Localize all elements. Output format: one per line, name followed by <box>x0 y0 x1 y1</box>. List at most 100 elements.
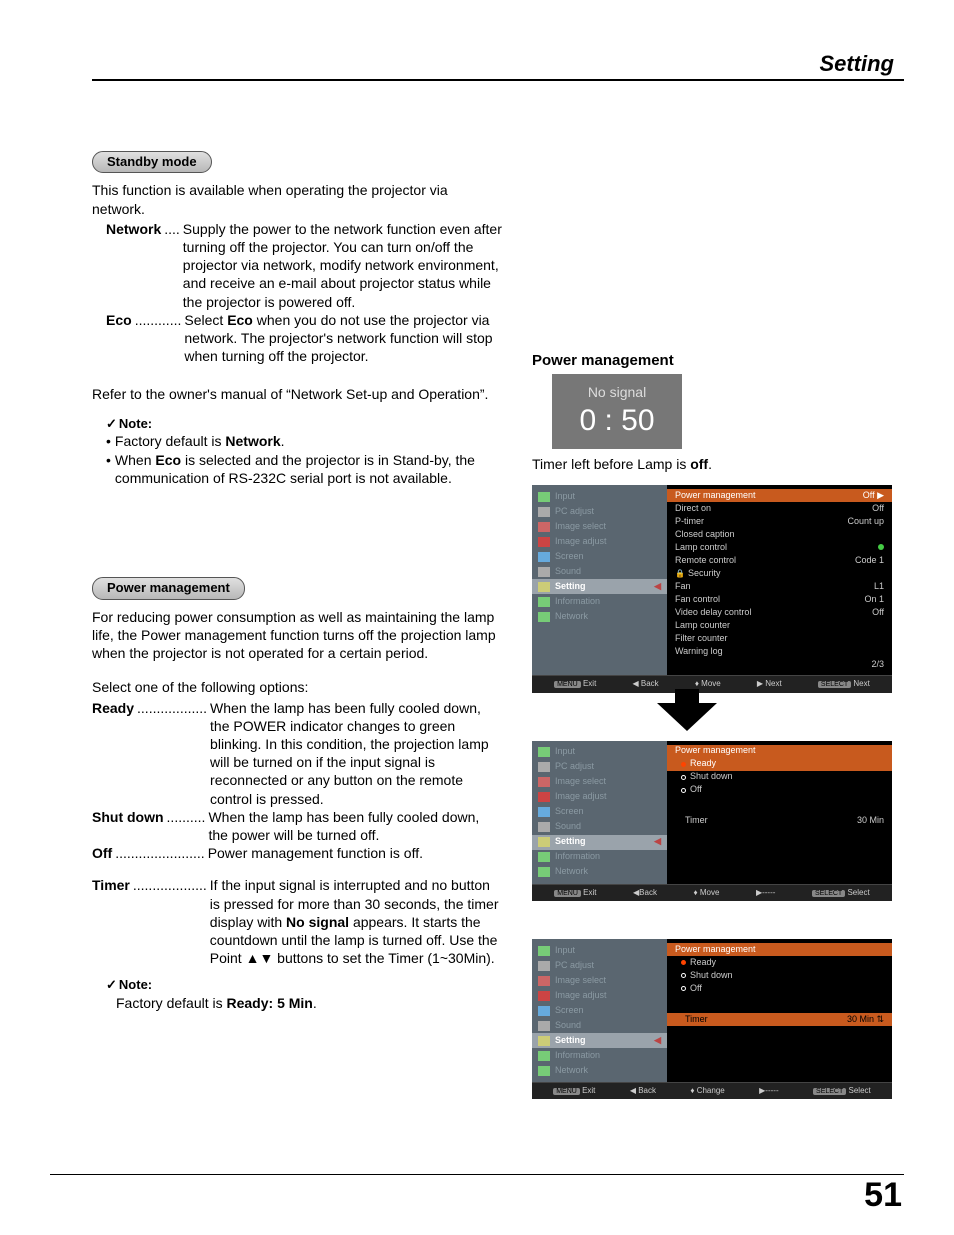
setting-value: Code 1 <box>855 555 884 567</box>
option-label: Ready <box>690 758 716 770</box>
lock-icon: 🔒 <box>675 569 685 578</box>
menu-label: PC adjust <box>555 761 594 773</box>
def-body: When the lamp has been fully cooled down… <box>208 808 502 844</box>
page-header: Setting <box>92 50 904 81</box>
change-label: ♦ Change <box>690 1086 724 1096</box>
menu-icon <box>538 492 550 502</box>
text: . <box>281 433 285 449</box>
header-label: Power management <box>675 745 756 757</box>
def-dots: .......... <box>164 808 209 844</box>
option-label: Shut down <box>690 970 733 982</box>
menu-icon <box>538 1036 550 1046</box>
text: Factory default is <box>115 433 226 449</box>
menu-label: Image select <box>555 776 606 788</box>
def-label: Shut down <box>92 808 164 844</box>
osd-screenshot-2: InputPC adjustImage selectImage adjustSc… <box>532 741 892 901</box>
nosignal-caption: Timer left before Lamp is off. <box>532 455 892 473</box>
osd-menu-item: Information <box>532 1048 667 1063</box>
osd-menu-item: Image select <box>532 973 667 988</box>
timer-label: Timer <box>675 1014 708 1026</box>
osd-setting-row: Remote controlCode 1 <box>667 554 892 567</box>
menu-label: Screen <box>555 1005 584 1017</box>
osd-menu-item: Image select <box>532 775 667 790</box>
def-dots: ....................... <box>112 844 207 862</box>
menu-label: Network <box>555 866 588 878</box>
osd-setting-row: Warning log <box>667 645 892 658</box>
osd-bottom-bar: MENU Exit ◀ Back ♦ Move ▶ Next SELECT Ne… <box>532 675 892 692</box>
radio-icon <box>681 788 686 793</box>
menu-button-icon: MENU <box>554 890 581 897</box>
option-label: Ready <box>690 957 716 969</box>
setting-label: Lamp control <box>675 542 727 552</box>
osd-setting-row: Direct onOff <box>667 502 892 515</box>
note-heading: Note: <box>106 977 502 994</box>
power-management-pill: Power management <box>92 577 245 600</box>
exit-label: Exit <box>583 888 596 897</box>
menu-label: Network <box>555 1065 588 1077</box>
osd-menu-item: Image select <box>532 519 667 534</box>
osd-page-indicator: 2/3 <box>871 659 884 671</box>
def-body: When the lamp has been fully cooled down… <box>210 699 502 808</box>
back-label: ◀ Back <box>632 679 658 689</box>
text: . <box>708 456 712 472</box>
setting-label: Fan control <box>675 594 720 604</box>
osd-menu-item: Information <box>532 594 667 609</box>
left-column: Standby mode This function is available … <box>92 151 502 1110</box>
osd-menu-item: Input <box>532 943 667 958</box>
menu-label: Setting <box>555 1035 586 1047</box>
bullet-dot: • <box>106 432 111 450</box>
setting-value <box>878 542 884 554</box>
bold: Eco <box>227 312 253 328</box>
def-label: Network <box>106 220 161 311</box>
power-ready-def: Ready .................. When the lamp h… <box>92 699 502 808</box>
setting-value: Off ▶ <box>863 490 884 502</box>
nosignal-label: No signal <box>588 383 646 401</box>
osd-setting-row: Filter counter <box>667 632 892 645</box>
menu-icon <box>538 961 550 971</box>
setting-label: Fan <box>675 581 691 591</box>
menu-icon <box>538 1051 550 1061</box>
bold: Eco <box>155 452 181 468</box>
menu-label: Information <box>555 1050 600 1062</box>
menu-icon <box>538 597 550 607</box>
osd-menu-item: Information <box>532 850 667 865</box>
osd-menu-item: Image adjust <box>532 534 667 549</box>
menu-label: Screen <box>555 551 584 563</box>
menu-label: Image adjust <box>555 990 607 1002</box>
selected-arrow-icon: ◀ <box>654 836 661 848</box>
osd-menu-item: Network <box>532 609 667 624</box>
standby-mode-pill: Standby mode <box>92 151 212 174</box>
setting-label: Filter counter <box>675 633 728 643</box>
menu-button-icon: MENU <box>554 681 581 688</box>
menu-label: Information <box>555 596 600 608</box>
power-timer-def: Timer ................... If the input s… <box>92 876 502 967</box>
osd-option-row: Off <box>667 784 892 797</box>
timer-value: 30 Min ⇅ <box>847 1014 884 1026</box>
right-column: Power management No signal 0 : 50 Timer … <box>532 151 892 1110</box>
setting-value: Off <box>872 607 884 619</box>
osd-timer-row: Timer30 Min <box>667 815 892 828</box>
menu-label: PC adjust <box>555 960 594 972</box>
bold: Ready: 5 Min <box>227 995 313 1011</box>
menu-icon <box>538 852 550 862</box>
osd-menu-item: Screen <box>532 805 667 820</box>
menu-label: Input <box>555 746 575 758</box>
dash-label: ▶----- <box>756 888 775 898</box>
green-dot-icon <box>878 544 884 550</box>
select-button-icon: SELECT <box>818 681 851 688</box>
menu-icon <box>538 976 550 986</box>
menu-icon <box>538 792 550 802</box>
osd-menu-item: Network <box>532 1063 667 1078</box>
down-arrow-icon <box>657 703 717 731</box>
setting-label: Warning log <box>675 646 723 656</box>
menu-icon <box>538 1006 550 1016</box>
def-body: Select Eco when you do not use the proje… <box>184 311 502 366</box>
def-body: If the input signal is interrupted and n… <box>210 876 502 967</box>
select-label: Select <box>847 888 869 897</box>
osd-menu-item: Screen <box>532 1003 667 1018</box>
selected-arrow-icon: ◀ <box>654 581 661 593</box>
setting-label: P-timer <box>675 516 704 526</box>
selnext-label: Next <box>853 679 869 688</box>
timer-label: Timer <box>675 815 708 827</box>
osd-setting-row: Lamp counter <box>667 619 892 632</box>
